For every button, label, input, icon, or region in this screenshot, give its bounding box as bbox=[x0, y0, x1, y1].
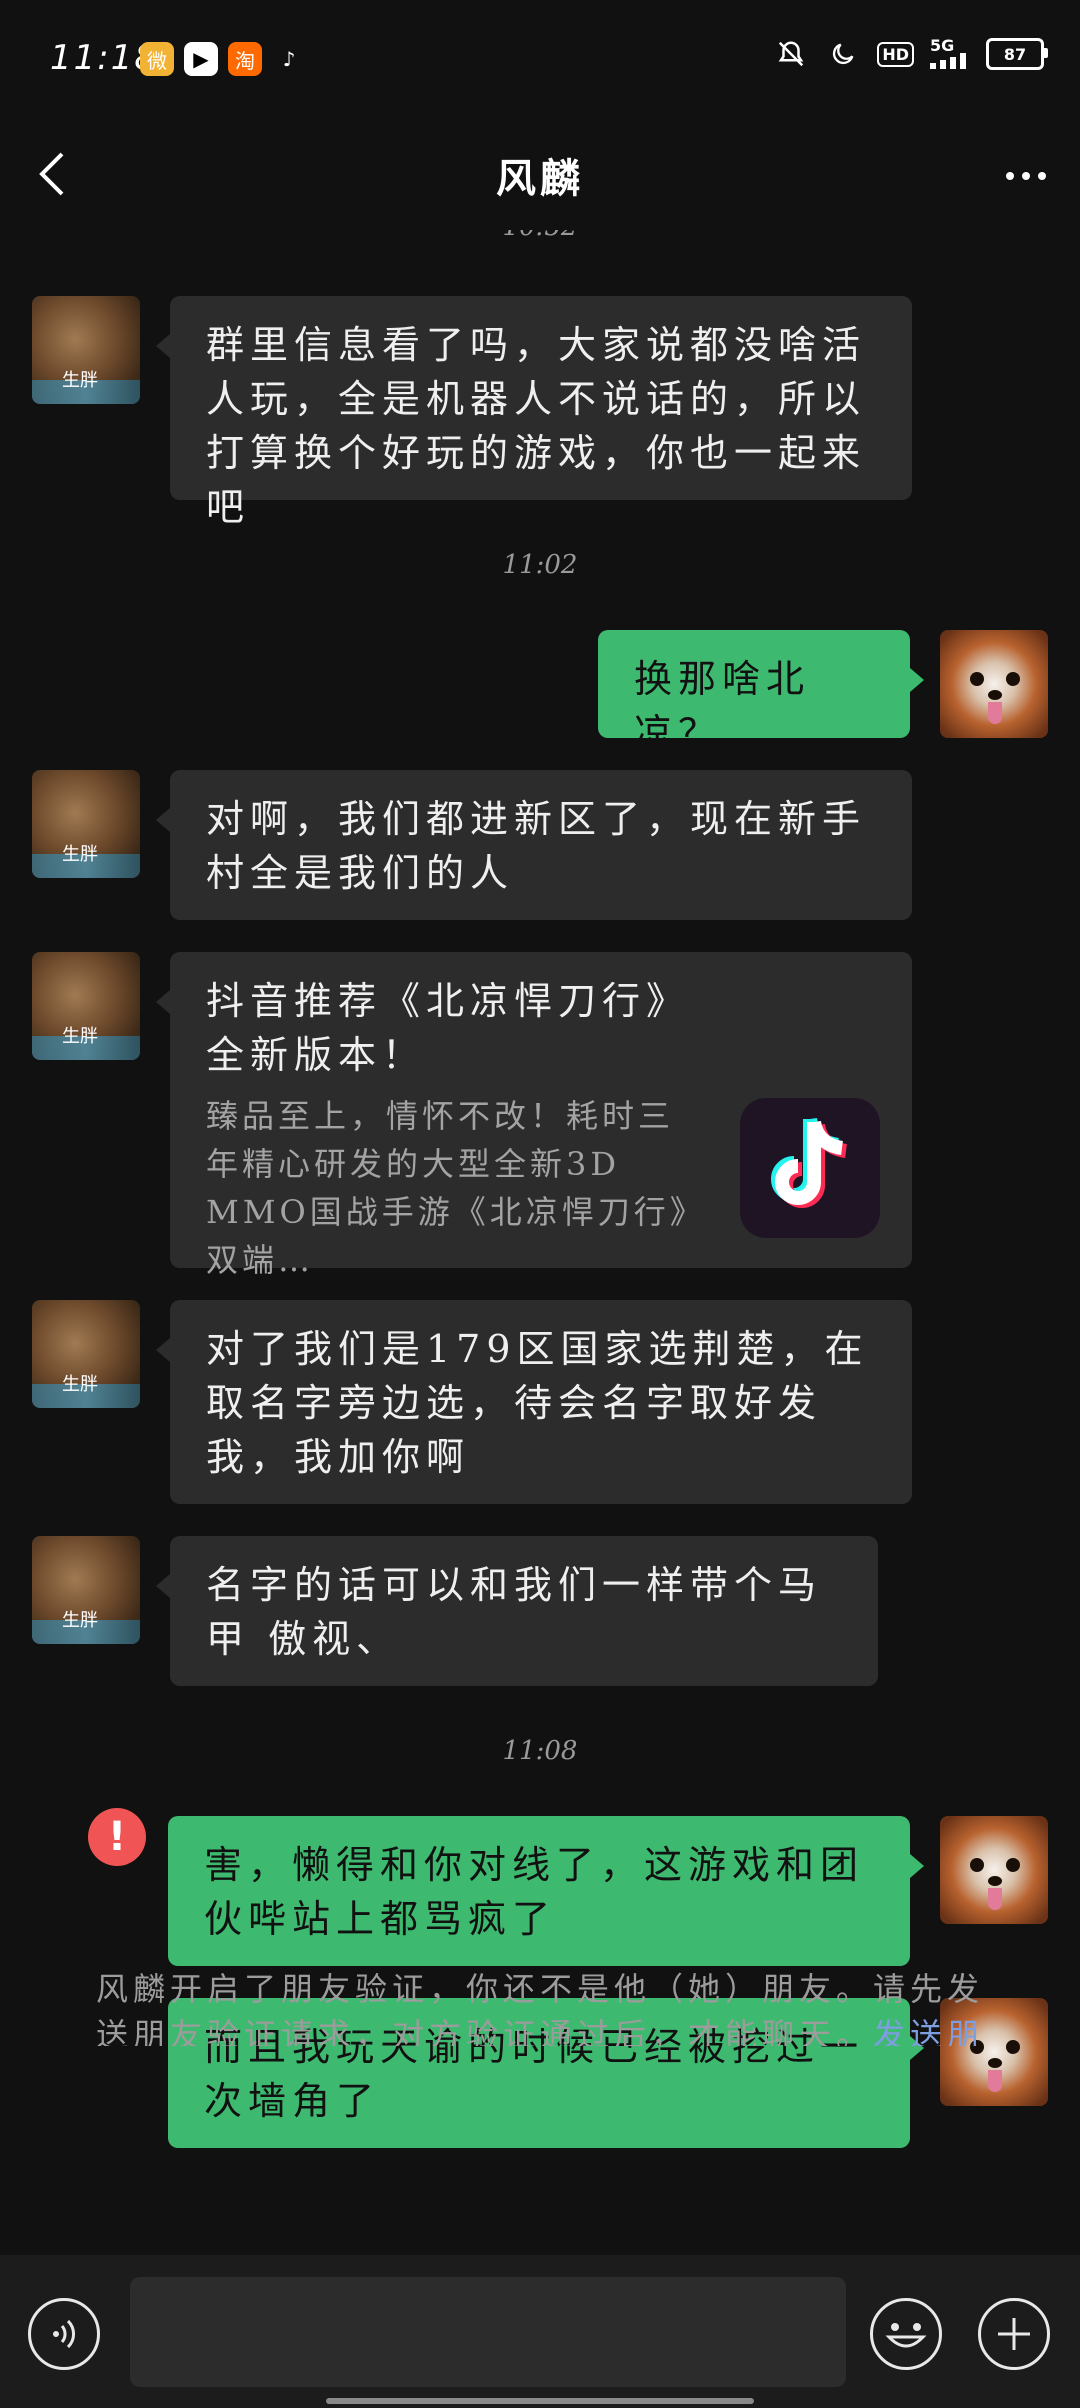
voice-icon bbox=[53, 2319, 75, 2349]
friend-verification-notice: 风麟开启了朋友验证，你还不是他（她）朋友。请先发送朋友验证请求，对方验证通过后，… bbox=[96, 1966, 996, 2046]
contact-avatar[interactable]: 生胖 bbox=[32, 296, 140, 404]
send-failed-icon[interactable]: ! bbox=[88, 1808, 146, 1866]
message-bubble[interactable]: 换那啥北凉？ bbox=[598, 630, 924, 755]
timestamp: 11:08 bbox=[502, 1736, 578, 1766]
hd-badge: HD bbox=[877, 41, 914, 67]
chat-title: 风麟 bbox=[496, 155, 584, 202]
smiley-icon bbox=[885, 2323, 927, 2348]
home-indicator[interactable] bbox=[326, 2398, 754, 2404]
status-bar: 11:18 微 ▶ 淘 ♪ HD 5G 87 bbox=[0, 0, 1080, 120]
emoji-button[interactable] bbox=[870, 2298, 942, 2370]
plus-icon bbox=[998, 2318, 1030, 2350]
taobao-icon: 淘 bbox=[228, 42, 262, 76]
timestamp: 11:02 bbox=[502, 550, 578, 580]
tiktok-icon: ♪ bbox=[272, 42, 306, 76]
voice-button[interactable] bbox=[28, 2298, 100, 2370]
more-functions-button[interactable] bbox=[978, 2298, 1050, 2370]
message-bubble[interactable]: 对了我们是179区国家选荆楚，在取名字旁边选，待会名字取好发我，我加你啊 bbox=[156, 1300, 912, 1504]
moon-icon bbox=[825, 36, 861, 72]
chat-header: 风麟 bbox=[0, 120, 1080, 230]
card-title: 抖音推荐《北凉悍刀行》全新版本！ bbox=[206, 979, 691, 1077]
message-input[interactable] bbox=[130, 2277, 846, 2387]
message-bubble[interactable]: 群里信息看了吗，大家说都没啥活人玩，全是机器人不说话的，所以打算换个好玩的游戏，… bbox=[156, 296, 912, 529]
tiktok-logo-icon bbox=[740, 1098, 880, 1238]
bell-off-icon bbox=[773, 36, 809, 72]
message-bubble[interactable]: 害，懒得和你对线了，这游戏和团伙哔站上都骂疯了 bbox=[168, 1816, 924, 1966]
chat-messages[interactable]: 10:52 生胖 群里信息看了吗，大家说都没啥活人玩，全是机器人不说话的，所以打… bbox=[0, 230, 1080, 2255]
my-avatar[interactable] bbox=[940, 630, 1048, 738]
signal-icon: 5G bbox=[930, 38, 970, 69]
card-description: 臻品至上，情怀不改！耗时三年精心研发的大型全新3D MMO国战手游《北凉悍刀行》… bbox=[206, 1097, 706, 1279]
battery-icon: 87 bbox=[986, 38, 1048, 70]
message-bubble[interactable]: 对啊，我们都进新区了，现在新手村全是我们的人 bbox=[156, 770, 912, 920]
my-avatar[interactable] bbox=[940, 1816, 1048, 1924]
weibo-icon: 微 bbox=[140, 42, 174, 76]
contact-avatar[interactable]: 生胖 bbox=[32, 1536, 140, 1644]
contact-avatar[interactable]: 生胖 bbox=[32, 952, 140, 1060]
contact-avatar[interactable]: 生胖 bbox=[32, 1300, 140, 1408]
link-card[interactable]: 抖音推荐《北凉悍刀行》全新版本！ 臻品至上，情怀不改！耗时三年精心研发的大型全新… bbox=[156, 952, 912, 1279]
more-options-button[interactable] bbox=[996, 148, 1056, 204]
status-right: HD 5G 87 bbox=[773, 36, 1048, 72]
contact-avatar[interactable]: 生胖 bbox=[32, 770, 140, 878]
more-icon bbox=[1006, 172, 1014, 180]
input-bar bbox=[0, 2255, 1080, 2408]
video-player-icon: ▶ bbox=[184, 42, 218, 76]
timestamp: 10:52 bbox=[0, 230, 1080, 242]
message-bubble[interactable]: 名字的话可以和我们一样带个马甲 傲视、 bbox=[156, 1536, 878, 1686]
